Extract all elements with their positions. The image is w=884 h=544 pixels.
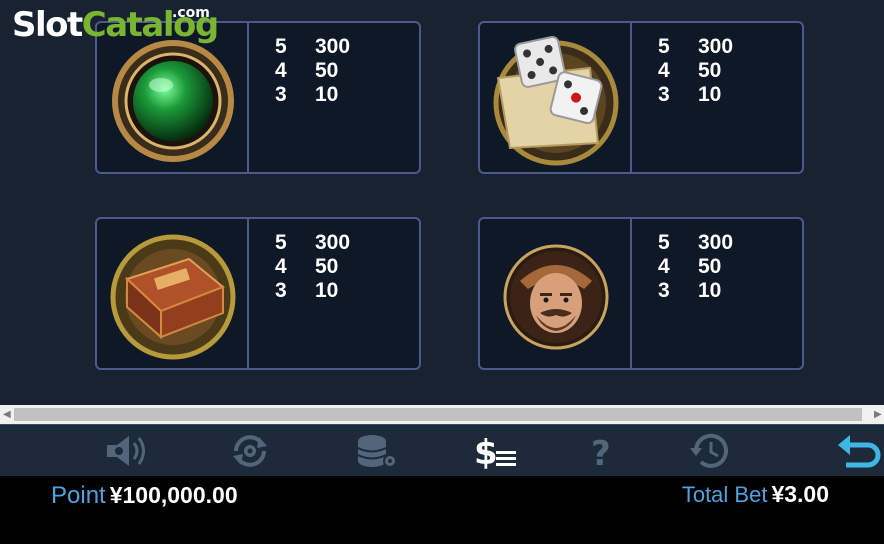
sound-settings-icon bbox=[107, 436, 145, 466]
history-icon bbox=[690, 433, 728, 468]
pay-count: 3 bbox=[275, 279, 287, 302]
pay-count: 4 bbox=[275, 59, 287, 82]
horizontal-scrollbar[interactable]: ◀ ▶ bbox=[0, 405, 884, 424]
pay-values: 5 300 4 50 3 10 bbox=[275, 231, 350, 303]
pay-value: 50 bbox=[698, 255, 722, 278]
pay-value: 10 bbox=[315, 279, 339, 302]
total-bet-value: ¥3.00 bbox=[771, 481, 829, 507]
symbol-cell bbox=[97, 23, 249, 172]
pay-row: 5 300 bbox=[658, 231, 733, 255]
pay-value: 10 bbox=[315, 83, 339, 106]
sound-settings-button[interactable] bbox=[103, 431, 151, 471]
point-display: Point ¥100,000.00 bbox=[51, 482, 238, 510]
pay-value: 10 bbox=[698, 279, 722, 302]
pay-row: 5 300 bbox=[275, 231, 350, 255]
pay-count: 5 bbox=[275, 231, 287, 254]
pay-count: 4 bbox=[658, 59, 670, 82]
pay-count: 5 bbox=[658, 231, 670, 254]
scroll-right-arrow-icon[interactable]: ▶ bbox=[874, 409, 882, 420]
point-value: ¥100,000.00 bbox=[109, 482, 238, 508]
autoplay-settings-icon bbox=[233, 435, 267, 467]
status-footer: Point ¥100,000.00 Total Bet ¥3.00 bbox=[0, 476, 884, 544]
pay-value: 50 bbox=[698, 59, 722, 82]
paytable-card: 5 300 4 50 3 10 bbox=[478, 217, 804, 370]
bet-settings-icon bbox=[357, 435, 397, 468]
pay-row: 3 10 bbox=[658, 279, 733, 303]
dice-map-icon bbox=[493, 35, 619, 166]
help-button[interactable]: ? bbox=[578, 431, 626, 471]
pay-value: 300 bbox=[698, 231, 734, 254]
pay-value: 300 bbox=[315, 231, 351, 254]
pay-row: 5 300 bbox=[275, 35, 350, 59]
pay-values: 5 300 4 50 3 10 bbox=[658, 231, 733, 303]
symbol-cell bbox=[480, 23, 632, 172]
scroll-left-arrow-icon[interactable]: ◀ bbox=[3, 409, 11, 420]
pay-count: 3 bbox=[658, 83, 670, 106]
point-label: Point bbox=[51, 482, 106, 509]
watermark-slot: Slot bbox=[12, 5, 83, 45]
pay-value: 50 bbox=[315, 255, 339, 278]
paytable-card: 5 300 4 50 3 10 bbox=[478, 21, 804, 174]
pay-row: 4 50 bbox=[658, 59, 733, 83]
symbol-cell bbox=[97, 219, 249, 368]
pay-row: 5 300 bbox=[658, 35, 733, 59]
help-icon: ? bbox=[591, 434, 611, 471]
pay-value: 300 bbox=[698, 35, 734, 58]
watermark-dotcom: .com bbox=[172, 5, 210, 21]
pay-value: 300 bbox=[315, 35, 351, 58]
pay-count: 3 bbox=[658, 279, 670, 302]
pay-row: 3 10 bbox=[275, 279, 350, 303]
pay-row: 4 50 bbox=[275, 255, 350, 279]
pay-values: 5 300 4 50 3 10 bbox=[275, 35, 350, 107]
pay-row: 3 10 bbox=[275, 83, 350, 107]
scrollbar-thumb[interactable] bbox=[14, 408, 862, 421]
total-bet-label: Total Bet bbox=[681, 482, 768, 507]
green-orb-icon bbox=[112, 40, 234, 162]
pay-count: 4 bbox=[275, 255, 287, 278]
paytable-button[interactable]: $ bbox=[472, 431, 520, 471]
svg-text:?: ? bbox=[591, 434, 611, 471]
pay-value: 50 bbox=[315, 59, 339, 82]
pay-value: 10 bbox=[698, 83, 722, 106]
back-icon bbox=[838, 435, 881, 468]
pay-row: 4 50 bbox=[275, 59, 350, 83]
pay-values: 5 300 4 50 3 10 bbox=[658, 35, 733, 107]
total-bet-display: Total Bet ¥3.00 bbox=[682, 481, 829, 508]
paytable-card: 5 300 4 50 3 10 bbox=[95, 217, 421, 370]
pay-count: 5 bbox=[275, 35, 287, 58]
slotcatalog-watermark: SlotCatalog .com bbox=[12, 5, 219, 45]
paytable-icon: $ bbox=[474, 433, 516, 471]
symbol-cell bbox=[480, 219, 632, 368]
back-button[interactable] bbox=[834, 431, 882, 471]
bottom-toolbar: $ ? bbox=[0, 424, 884, 476]
hunter-face-icon bbox=[503, 244, 609, 350]
pay-count: 5 bbox=[658, 35, 670, 58]
pay-row: 3 10 bbox=[658, 83, 733, 107]
paytable-panel: SlotCatalog .com 5 300 4 50 3 10 5 300 4… bbox=[0, 0, 884, 405]
svg-text:$: $ bbox=[474, 433, 498, 471]
pay-count: 3 bbox=[275, 83, 287, 106]
bet-settings-button[interactable] bbox=[352, 431, 400, 471]
jumanji-box-icon bbox=[110, 234, 236, 360]
pay-count: 4 bbox=[658, 255, 670, 278]
history-button[interactable] bbox=[686, 431, 734, 471]
pay-row: 4 50 bbox=[658, 255, 733, 279]
autoplay-settings-button[interactable] bbox=[226, 431, 274, 471]
